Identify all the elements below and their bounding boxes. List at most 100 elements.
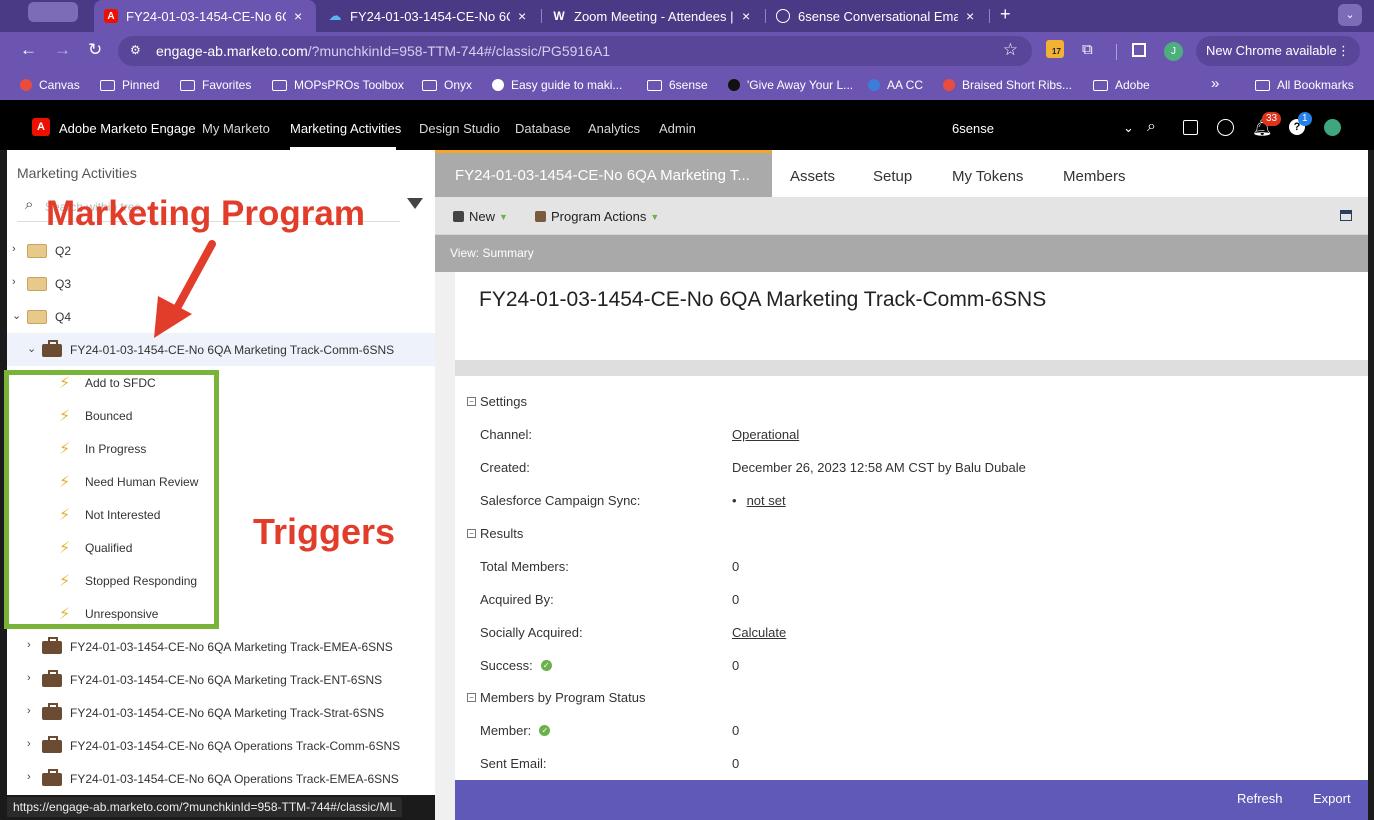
tab-list-chevron-icon[interactable]: ⌄ xyxy=(1338,4,1362,26)
status-section-toggle[interactable]: − Members by Program Status xyxy=(467,690,645,705)
nav-marketing-activities[interactable]: Marketing Activities xyxy=(290,121,401,136)
program-briefcase-icon xyxy=(42,637,62,654)
new-tab-icon[interactable]: + xyxy=(1000,4,1011,25)
bookmark-item[interactable]: Braised Short Ribs... xyxy=(943,78,1072,92)
annotation-arrow xyxy=(154,240,216,338)
chevron-right-icon[interactable]: › xyxy=(27,705,31,717)
tree-program[interactable]: › FY24-01-03-1454-CE-No 6QA Operations Tr… xyxy=(7,729,435,762)
all-bookmarks-button[interactable]: All Bookmarks xyxy=(1255,78,1354,92)
tree-program[interactable]: › FY24-01-03-1454-CE-No 6QA Operations Tr… xyxy=(7,762,435,795)
chevron-right-icon[interactable]: › xyxy=(12,276,16,288)
tasks-checklist-icon[interactable] xyxy=(1183,120,1198,135)
tree-program[interactable]: › FY24-01-03-1454-CE-No 6QA Marketing Tra… xyxy=(7,696,435,729)
view-summary-selector[interactable]: View: Summary xyxy=(450,246,534,260)
new-chrome-available-button[interactable]: New Chrome available ⋮ xyxy=(1196,36,1360,66)
url-path: /?munchkinId=958-TTM-744#/classic/PG5916… xyxy=(307,43,611,59)
browser-tab-zoom[interactable]: W Zoom Meeting - Attendees | × xyxy=(542,0,764,32)
workspace-selector[interactable]: 6sense xyxy=(952,121,994,136)
chevron-right-icon[interactable]: › xyxy=(27,672,31,684)
search-icon[interactable]: ⌕ xyxy=(1147,118,1156,136)
menu-kebab-icon[interactable]: ⋮ xyxy=(1337,36,1350,66)
calendar-extension-icon[interactable]: 17 xyxy=(1046,40,1064,58)
site-info-icon[interactable]: ⚙ xyxy=(130,43,141,57)
refresh-button[interactable]: Refresh xyxy=(1237,791,1283,806)
more-bookmarks-icon[interactable]: » xyxy=(1211,75,1219,92)
browser-tab-marketo-1[interactable]: A FY24-01-03-1454-CE-No 6Q × xyxy=(94,0,316,32)
bookmark-item[interactable]: Adobe xyxy=(1093,78,1150,92)
user-avatar[interactable] xyxy=(1324,119,1341,136)
settings-section-toggle[interactable]: − Settings xyxy=(467,394,527,409)
bookmark-item[interactable]: Canvas xyxy=(20,78,80,92)
tree-program[interactable]: › FY24-01-03-1454-CE-No 6QA Marketing Tra… xyxy=(7,630,435,663)
tree-program[interactable]: › FY24-01-03-1454-CE-No 6QA Marketing Tra… xyxy=(7,663,435,696)
channel-value-link[interactable]: Operational xyxy=(732,427,799,442)
tab-search-icon[interactable] xyxy=(28,2,78,22)
chevron-down-icon[interactable]: ⌄ xyxy=(1123,120,1134,136)
reload-icon[interactable]: ↻ xyxy=(88,40,102,60)
tree-item-label: Q2 xyxy=(55,244,72,258)
back-arrow-icon[interactable]: ← xyxy=(20,40,37,60)
nav-my-marketo[interactable]: My Marketo xyxy=(202,121,270,136)
chevron-down-icon[interactable]: ⌄ xyxy=(27,342,36,355)
bookmark-item[interactable]: Onyx xyxy=(422,78,472,92)
bookmark-item[interactable]: 6sense xyxy=(647,78,708,92)
close-tab-icon[interactable]: × xyxy=(294,8,302,24)
maximize-panel-icon[interactable] xyxy=(1340,210,1352,221)
chevron-right-icon[interactable]: › xyxy=(12,243,16,255)
browser-tab-marketo-2[interactable]: ☁ FY24-01-03-1454-CE-No 6Q × xyxy=(318,0,540,32)
bookmark-label: Pinned xyxy=(122,78,160,92)
profile-avatar[interactable]: J xyxy=(1164,42,1183,61)
bookmark-item[interactable]: MOPsPROs Toolbox xyxy=(272,78,404,92)
bookmark-item[interactable]: Pinned xyxy=(100,78,159,92)
history-clock-icon[interactable] xyxy=(1217,119,1234,136)
program-actions-button[interactable]: Program Actions ▼ xyxy=(535,209,659,224)
close-tab-icon[interactable]: × xyxy=(518,8,526,24)
bookmark-favicon-icon xyxy=(868,79,880,91)
sent-email-value: 0 xyxy=(732,756,740,771)
chevron-right-icon[interactable]: › xyxy=(27,771,31,783)
folder-icon xyxy=(100,79,115,91)
bookmark-item[interactable]: AA CC xyxy=(868,78,923,92)
tab-assets[interactable]: Assets xyxy=(790,168,835,185)
tab-my-tokens[interactable]: My Tokens xyxy=(952,168,1023,185)
side-panel-icon[interactable] xyxy=(1132,43,1146,57)
tab-setup[interactable]: Setup xyxy=(873,168,912,185)
annotation-triggers-box xyxy=(4,370,219,629)
program-briefcase-icon xyxy=(42,340,62,357)
close-tab-icon[interactable]: × xyxy=(742,8,750,24)
view-bar: View: Summary xyxy=(435,235,1368,272)
tab-members[interactable]: Members xyxy=(1063,168,1126,185)
bookmark-star-icon[interactable]: ☆ xyxy=(1003,40,1018,60)
chevron-down-icon[interactable]: ⌄ xyxy=(12,309,21,322)
nav-design-studio[interactable]: Design Studio xyxy=(419,121,500,136)
program-actions-icon xyxy=(535,211,546,222)
member-label-text: Member: xyxy=(480,723,532,738)
omnibox[interactable]: ⚙ engage-ab.marketo.com/?munchkinId=958-… xyxy=(118,36,1032,66)
nav-analytics[interactable]: Analytics xyxy=(588,121,640,136)
tab-program-summary[interactable]: FY24-01-03-1454-CE-No 6QA Marketing T... xyxy=(435,150,772,197)
forward-arrow-icon[interactable]: → xyxy=(54,40,71,60)
new-chrome-label: New Chrome available xyxy=(1206,43,1337,58)
socially-acquired-label: Socially Acquired: xyxy=(480,625,583,640)
success-label: Success: ✓ xyxy=(480,658,552,673)
sync-not-set-link[interactable]: not set xyxy=(747,493,786,508)
chevron-right-icon[interactable]: › xyxy=(27,639,31,651)
bookmark-item[interactable]: 'Give Away Your L... xyxy=(728,78,853,92)
folder-icon xyxy=(27,310,47,324)
program-briefcase-icon xyxy=(42,670,62,687)
nav-database[interactable]: Database xyxy=(515,121,571,136)
export-button[interactable]: Export xyxy=(1313,791,1351,806)
filter-funnel-icon[interactable] xyxy=(407,198,423,209)
extensions-puzzle-icon[interactable]: ⧉ xyxy=(1082,41,1093,58)
bookmark-item[interactable]: Easy guide to maki... xyxy=(492,78,622,92)
calculate-link[interactable]: Calculate xyxy=(732,625,786,640)
url-text[interactable]: engage-ab.marketo.com/?munchkinId=958-TT… xyxy=(156,43,610,59)
chevron-right-icon[interactable]: › xyxy=(27,738,31,750)
nav-admin[interactable]: Admin xyxy=(659,121,696,136)
browser-tab-6sense[interactable]: 6sense Conversational Email × xyxy=(766,0,988,32)
close-tab-icon[interactable]: × xyxy=(966,8,974,24)
new-menu-button[interactable]: New ▼ xyxy=(453,209,508,224)
tree-item-label: FY24-01-03-1454-CE-No 6QA Marketing Trac… xyxy=(70,640,393,654)
bookmark-item[interactable]: Favorites xyxy=(180,78,251,92)
results-section-toggle[interactable]: − Results xyxy=(467,526,523,541)
